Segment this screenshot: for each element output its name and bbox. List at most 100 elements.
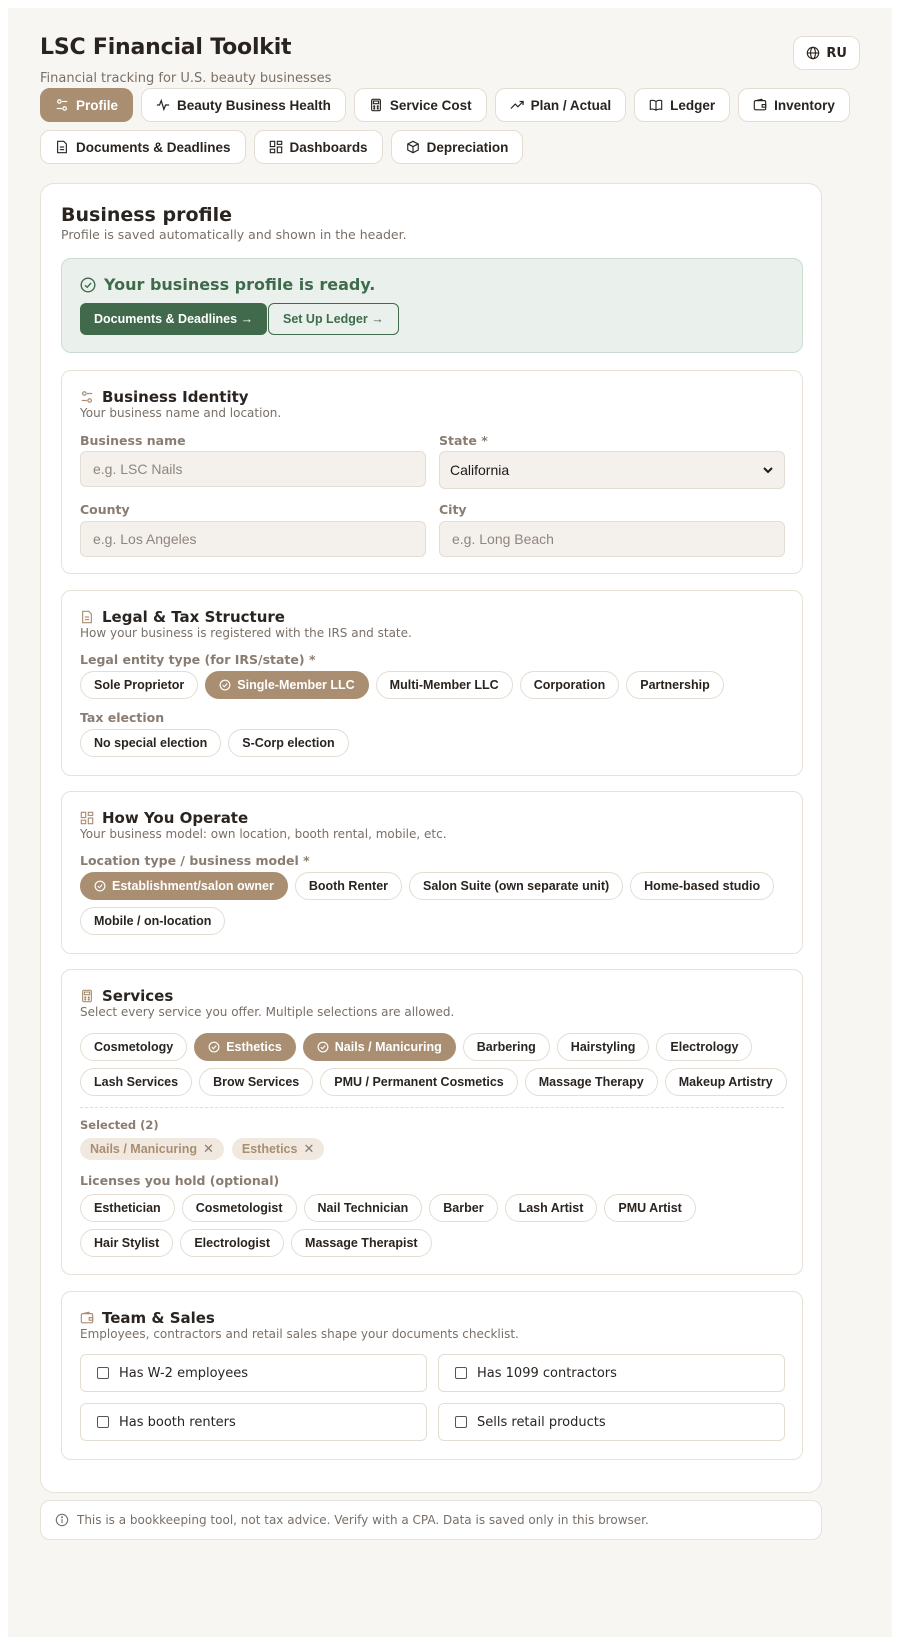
business-name-input[interactable] bbox=[80, 451, 426, 487]
license-massage-therapist[interactable]: Massage Therapist bbox=[291, 1229, 432, 1257]
license-nail-technician[interactable]: Nail Technician bbox=[303, 1194, 423, 1222]
service-lash-services[interactable]: Lash Services bbox=[80, 1068, 193, 1096]
option-label: Salon Suite (own separate unit) bbox=[423, 879, 610, 893]
ready-title: Your business profile is ready. bbox=[80, 275, 375, 294]
option-mobile-on-location[interactable]: Mobile / on-location bbox=[80, 907, 226, 935]
divider bbox=[80, 1107, 784, 1108]
option-label: Nails / Manicuring bbox=[334, 1040, 442, 1054]
checkbox-booth-renters[interactable]: Has booth renters bbox=[80, 1403, 427, 1441]
service-nails-manicuring[interactable]: Nails / Manicuring bbox=[302, 1033, 456, 1061]
check-circle-icon bbox=[94, 880, 106, 892]
check-circle-icon bbox=[80, 276, 96, 293]
tab-depreciation[interactable]: Depreciation bbox=[390, 130, 524, 164]
license-cosmetologist[interactable]: Cosmetologist bbox=[181, 1194, 297, 1222]
option-label: Corporation bbox=[533, 678, 606, 692]
box-icon bbox=[406, 140, 419, 154]
service-barbering[interactable]: Barbering bbox=[462, 1033, 550, 1061]
tab-dashboards[interactable]: Dashboards bbox=[253, 130, 383, 164]
option-label: Sole Proprietor bbox=[94, 678, 185, 692]
section-title: Business Identity bbox=[102, 388, 249, 406]
county-input[interactable] bbox=[80, 521, 426, 557]
license-barber[interactable]: Barber bbox=[429, 1194, 498, 1222]
option-label: Brow Services bbox=[213, 1075, 300, 1089]
wallet-icon bbox=[80, 1311, 94, 1324]
option-sole-proprietor[interactable]: Sole Proprietor bbox=[80, 671, 199, 699]
option-booth-renter[interactable]: Booth Renter bbox=[294, 872, 403, 900]
license-hair-stylist[interactable]: Hair Stylist bbox=[80, 1229, 174, 1257]
option-label: Lash Services bbox=[94, 1075, 179, 1089]
calculator-icon bbox=[370, 98, 381, 112]
license-esthetician[interactable]: Esthetician bbox=[80, 1194, 175, 1222]
license-lash-artist[interactable]: Lash Artist bbox=[504, 1194, 598, 1222]
tax-election-options: No special election S-Corp election bbox=[80, 729, 790, 757]
tab-label: Ledger bbox=[670, 97, 716, 113]
check-circle-icon bbox=[317, 1041, 329, 1053]
selected-tag: Nails / Manicuring ✕ bbox=[80, 1138, 224, 1160]
option-label: Single-Member LLC bbox=[237, 678, 355, 692]
service-esthetics[interactable]: Esthetics bbox=[194, 1033, 296, 1061]
license-electrologist[interactable]: Electrologist bbox=[180, 1229, 285, 1257]
option-establishment-salon-owner[interactable]: Establishment/salon owner bbox=[80, 872, 288, 900]
section-title: How You Operate bbox=[102, 809, 249, 827]
checkbox-box[interactable] bbox=[97, 1416, 109, 1428]
option-single-member-llc[interactable]: Single-Member LLC bbox=[205, 671, 369, 699]
section-heading: Team & Sales bbox=[80, 1309, 215, 1327]
tab-documents-deadlines[interactable]: Documents & Deadlines bbox=[40, 130, 246, 164]
option-corporation[interactable]: Corporation bbox=[519, 671, 620, 699]
language-button[interactable]: RU bbox=[793, 36, 860, 70]
service-hairstyling[interactable]: Hairstyling bbox=[556, 1033, 650, 1061]
city-input[interactable] bbox=[439, 521, 785, 557]
option-home-based-studio[interactable]: Home-based studio bbox=[630, 872, 775, 900]
license-pmu-artist[interactable]: PMU Artist bbox=[604, 1194, 696, 1222]
wallet-icon bbox=[753, 98, 767, 111]
tab-inventory[interactable]: Inventory bbox=[738, 88, 850, 122]
info-icon bbox=[55, 1513, 69, 1527]
checkbox-box[interactable] bbox=[97, 1367, 109, 1379]
tab-service-cost[interactable]: Service Cost bbox=[353, 88, 487, 122]
tab-ledger[interactable]: Ledger bbox=[634, 88, 731, 122]
service-brow-services[interactable]: Brow Services bbox=[199, 1068, 314, 1096]
option-no-special-election[interactable]: No special election bbox=[80, 729, 222, 757]
tab-profile[interactable]: Profile bbox=[40, 88, 134, 122]
checkbox-label: Sells retail products bbox=[477, 1414, 606, 1430]
service-cosmetology[interactable]: Cosmetology bbox=[80, 1033, 188, 1061]
remove-icon[interactable]: ✕ bbox=[203, 1141, 214, 1157]
remove-icon[interactable]: ✕ bbox=[303, 1141, 314, 1157]
setup-ledger-button[interactable]: Set Up Ledger → bbox=[268, 303, 399, 335]
option-salon-suite[interactable]: Salon Suite (own separate unit) bbox=[409, 872, 624, 900]
tax-election-label: Tax election bbox=[80, 710, 165, 725]
page-title: Business profile bbox=[61, 204, 232, 226]
service-makeup-artistry[interactable]: Makeup Artistry bbox=[664, 1068, 787, 1096]
checkbox-1099-contractors[interactable]: Has 1099 contractors bbox=[438, 1354, 785, 1392]
selected-count-label: Selected (2) bbox=[80, 1118, 159, 1132]
business-identity-section: Business Identity Your business name and… bbox=[61, 370, 803, 574]
tab-label: Documents & Deadlines bbox=[76, 139, 231, 155]
disclaimer-footer: This is a bookkeeping tool, not tax advi… bbox=[40, 1500, 822, 1540]
state-select[interactable]: California bbox=[439, 451, 785, 489]
service-pmu[interactable]: PMU / Permanent Cosmetics bbox=[320, 1068, 518, 1096]
option-s-corp-election[interactable]: S-Corp election bbox=[228, 729, 349, 757]
main-nav: Profile Beauty Business Health Service C… bbox=[40, 88, 850, 172]
service-electrology[interactable]: Electrology bbox=[656, 1033, 753, 1061]
state-value: California bbox=[450, 462, 510, 478]
checkbox-w2-employees[interactable]: Has W-2 employees bbox=[80, 1354, 427, 1392]
option-multi-member-llc[interactable]: Multi-Member LLC bbox=[375, 671, 513, 699]
documents-deadlines-button[interactable]: Documents & Deadlines → bbox=[80, 303, 268, 335]
checkbox-retail-products[interactable]: Sells retail products bbox=[438, 1403, 785, 1441]
tab-beauty-business-health[interactable]: Beauty Business Health bbox=[141, 88, 346, 122]
option-partnership[interactable]: Partnership bbox=[626, 671, 724, 699]
section-title: Services bbox=[102, 987, 174, 1005]
service-massage-therapy[interactable]: Massage Therapy bbox=[524, 1068, 658, 1096]
section-title: Legal & Tax Structure bbox=[102, 608, 285, 626]
tab-plan-actual[interactable]: Plan / Actual bbox=[494, 88, 627, 122]
ready-text: Your business profile is ready. bbox=[104, 275, 376, 294]
tab-label: Depreciation bbox=[426, 139, 509, 155]
checkbox-label: Has 1099 contractors bbox=[477, 1365, 617, 1381]
legal-tax-section: Legal & Tax Structure How your business … bbox=[61, 590, 803, 776]
section-heading: How You Operate bbox=[80, 809, 248, 827]
disclaimer-text: This is a bookkeeping tool, not tax advi… bbox=[77, 1513, 649, 1527]
checkbox-box[interactable] bbox=[455, 1367, 467, 1379]
business-name-label: Business name bbox=[80, 433, 186, 448]
checkbox-box[interactable] bbox=[455, 1416, 467, 1428]
option-label: Lash Artist bbox=[518, 1201, 584, 1215]
